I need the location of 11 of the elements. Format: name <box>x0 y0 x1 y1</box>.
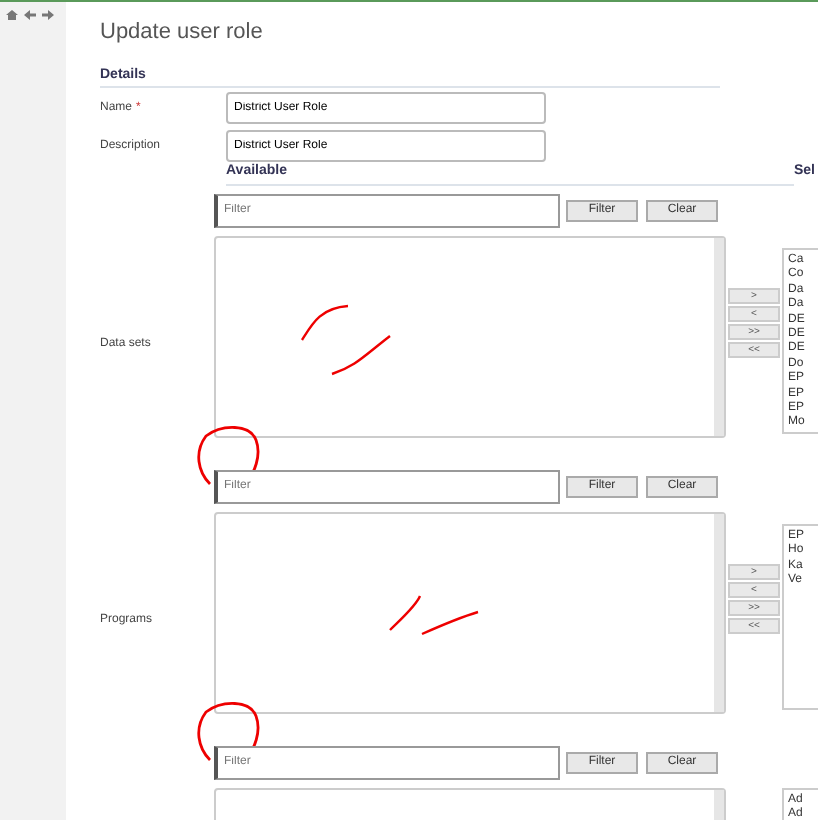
scrollbar[interactable] <box>714 514 724 712</box>
back-arrow-icon[interactable] <box>24 10 36 20</box>
forward-arrow-icon[interactable] <box>42 10 54 20</box>
scribble-mark <box>388 594 480 638</box>
available-list[interactable] <box>214 236 726 438</box>
scrollbar[interactable] <box>714 238 724 436</box>
circle-mark <box>194 700 262 764</box>
page-title: Update user role <box>100 20 265 48</box>
home-icon[interactable] <box>6 10 18 20</box>
circle-mark <box>194 424 262 488</box>
available-list[interactable] <box>214 512 726 714</box>
